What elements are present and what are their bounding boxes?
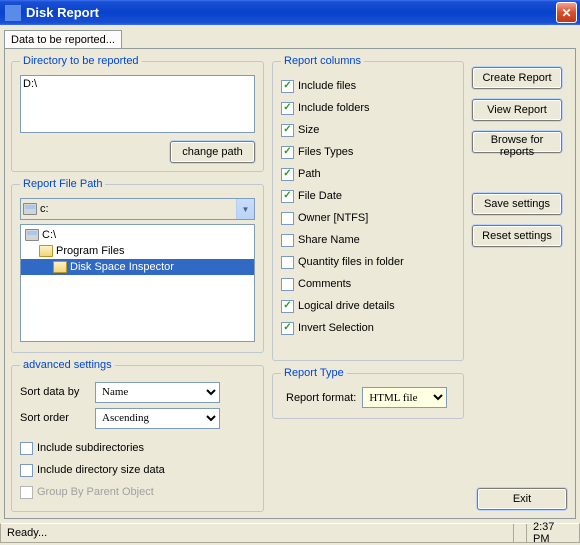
create-report-button[interactable]: Create Report [472,67,562,89]
column-label: Invert Selection [298,322,374,334]
column-checkbox[interactable] [281,234,294,247]
column-label: File Date [298,190,342,202]
report-columns-legend: Report columns [281,55,364,67]
column-checkbox[interactable] [281,256,294,269]
close-icon: ✕ [561,6,571,20]
column-checkbox-row: ✓ Logical drive details [281,295,455,317]
column-checkbox[interactable]: ✓ [281,322,294,335]
sort-order-select[interactable]: Ascending [95,408,220,429]
reset-settings-button[interactable]: Reset settings [472,225,562,247]
column-checkbox-row: ✓ Include folders [281,97,455,119]
include-dir-size-label: Include directory size data [37,464,165,476]
report-type-legend: Report Type [281,367,347,379]
column-checkbox-row: ✓ Include files [281,75,455,97]
folder-open-icon [53,261,67,273]
include-subdirs-label: Include subdirectories [37,442,144,454]
tree-label: Disk Space Inspector [70,261,174,273]
browse-reports-button[interactable]: Browse for reports [472,131,562,153]
tree-row[interactable]: C:\ [21,227,254,243]
column-label: Share Name [298,234,360,246]
group-by-parent-label: Group By Parent Object [37,486,154,498]
column-checkbox[interactable]: ✓ [281,190,294,203]
column-label: Path [298,168,321,180]
tree-label: C:\ [42,229,56,241]
app-icon [5,5,21,21]
report-format-select[interactable]: HTML file [362,387,447,408]
tree-row[interactable]: Program Files [21,243,254,259]
sort-order-label: Sort order [20,412,95,424]
column-checkbox[interactable]: ✓ [281,146,294,159]
report-type-group: Report Type Report format: HTML file [272,367,464,419]
status-time: 2:37 PM [527,524,579,542]
report-file-path-group: Report File Path c: ▼ C:\ Program Files … [11,178,264,353]
change-path-button[interactable]: change path [170,141,255,163]
directory-group: Directory to be reported D:\ change path [11,55,264,172]
column-checkbox-row: ✓ Path [281,163,455,185]
column-label: Include folders [298,102,370,114]
drive-icon [23,203,37,215]
sort-by-label: Sort data by [20,386,95,398]
sort-by-select[interactable]: Name [95,382,220,403]
column-label: Owner [NTFS] [298,212,368,224]
advanced-legend: advanced settings [20,359,115,371]
column-checkbox-row: Quantity files in folder [281,251,455,273]
column-label: Comments [298,278,351,290]
column-checkbox[interactable]: ✓ [281,124,294,137]
include-subdirs-checkbox[interactable] [20,442,33,455]
column-checkbox-row: ✓ File Date [281,185,455,207]
tabstrip: Data to be reported... [0,25,580,48]
report-format-label: Report format: [286,392,356,404]
statusbar: Ready... 2:37 PM [0,523,580,543]
directory-path-input[interactable]: D:\ [20,75,255,133]
column-label: Logical drive details [298,300,395,312]
column-checkbox-row: ✓ Size [281,119,455,141]
chevron-down-icon: ▼ [236,199,254,219]
drive-select-value: c: [40,203,49,215]
column-label: Files Types [298,146,353,158]
folder-tree[interactable]: C:\ Program Files Disk Space Inspector [20,224,255,342]
directory-legend: Directory to be reported [20,55,142,67]
status-text: Ready... [1,524,514,542]
column-checkbox-row: Owner [NTFS] [281,207,455,229]
drive-select[interactable]: c: ▼ [20,198,255,220]
column-label: Include files [298,80,356,92]
close-button[interactable]: ✕ [556,2,577,23]
exit-button[interactable]: Exit [477,488,567,510]
column-label: Quantity files in folder [298,256,404,268]
column-label: Size [298,124,319,136]
column-checkbox[interactable]: ✓ [281,80,294,93]
column-checkbox[interactable] [281,278,294,291]
save-settings-button[interactable]: Save settings [472,193,562,215]
column-checkbox-row: ✓ Invert Selection [281,317,455,339]
report-file-path-legend: Report File Path [20,178,105,190]
column-checkbox-row: ✓ Files Types [281,141,455,163]
group-by-parent-checkbox [20,486,33,499]
column-checkbox[interactable] [281,212,294,225]
tree-row-selected[interactable]: Disk Space Inspector [21,259,254,275]
include-dir-size-checkbox[interactable] [20,464,33,477]
advanced-settings-group: advanced settings Sort data by Name Sort… [11,359,264,512]
tree-label: Program Files [56,245,124,257]
column-checkbox[interactable]: ✓ [281,300,294,313]
column-checkbox[interactable]: ✓ [281,168,294,181]
tab-data-to-be-reported[interactable]: Data to be reported... [4,30,122,49]
column-checkbox-row: Share Name [281,229,455,251]
column-checkbox-row: Comments [281,273,455,295]
folder-open-icon [39,245,53,257]
report-columns-group: Report columns ✓ Include files ✓ Include fo… [272,55,464,361]
titlebar: Disk Report ✕ [0,0,580,25]
panel: Directory to be reported D:\ change path… [4,48,576,519]
window-title: Disk Report [26,5,556,20]
view-report-button[interactable]: View Report [472,99,562,121]
drive-icon [25,229,39,241]
column-checkbox[interactable]: ✓ [281,102,294,115]
